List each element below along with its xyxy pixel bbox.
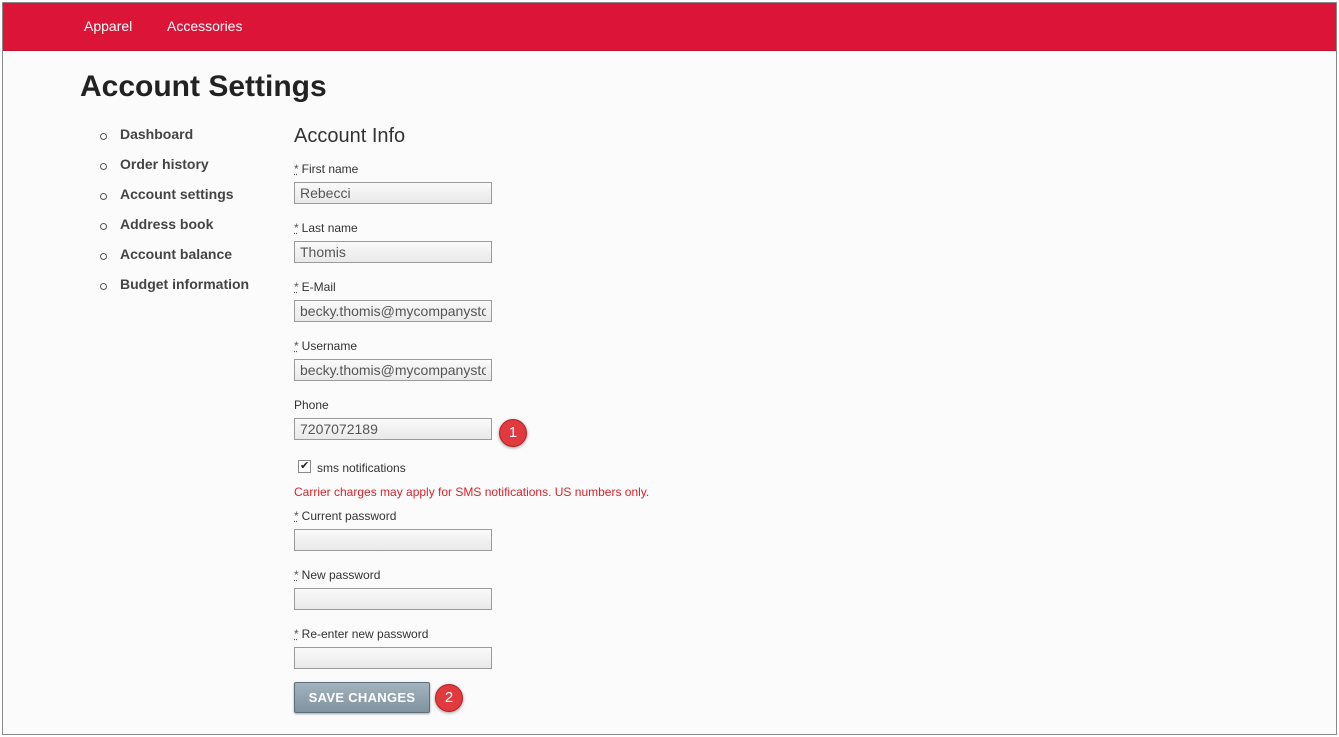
required-marker: * — [294, 339, 299, 353]
new-password-field[interactable] — [294, 588, 492, 610]
sidebar-link-address-book[interactable]: Address book — [120, 216, 213, 232]
sidebar-link-account-settings[interactable]: Account settings — [120, 186, 234, 202]
section-title-account-info: Account Info — [294, 125, 406, 147]
email-label: * E-Mail — [294, 280, 336, 294]
first-name-label: * First name — [294, 162, 358, 176]
bullet-icon — [100, 223, 107, 230]
reenter-password-field[interactable] — [294, 647, 492, 669]
current-password-label-text: Current password — [301, 509, 397, 523]
last-name-field[interactable] — [294, 241, 492, 263]
phone-label: Phone — [294, 398, 329, 412]
current-password-label: * Current password — [294, 509, 396, 523]
bullet-icon — [100, 253, 107, 260]
sms-notifications-checkbox-wrap: ✔ — [298, 460, 311, 473]
sms-warning-text: Carrier charges may apply for SMS notifi… — [294, 485, 650, 499]
sidebar-link-account-balance[interactable]: Account balance — [120, 246, 232, 262]
callout-badge-2: 2 — [435, 684, 463, 712]
last-name-label: * Last name — [294, 221, 358, 235]
phone-label-text: Phone — [294, 398, 329, 412]
reenter-password-label-text: Re-enter new password — [301, 627, 429, 641]
first-name-field[interactable] — [294, 182, 492, 204]
sidebar-link-dashboard[interactable]: Dashboard — [120, 126, 193, 142]
top-nav-bar: Apparel Accessories — [3, 3, 1336, 51]
nav-link-apparel[interactable]: Apparel — [84, 18, 132, 34]
email-field[interactable] — [294, 300, 492, 322]
checkmark-icon: ✔ — [300, 460, 310, 472]
sms-notifications-label[interactable]: sms notifications — [317, 461, 406, 475]
required-marker: * — [294, 280, 299, 294]
sidebar-link-budget-information[interactable]: Budget information — [120, 276, 249, 292]
username-label-text: Username — [301, 339, 358, 353]
callout-badge-1: 1 — [499, 419, 527, 447]
bullet-icon — [100, 283, 107, 290]
email-label-text: E-Mail — [301, 280, 336, 294]
page-title: Account Settings — [80, 70, 327, 103]
required-marker: * — [294, 221, 299, 235]
required-marker: * — [294, 627, 299, 641]
current-password-field[interactable] — [294, 529, 492, 551]
first-name-label-text: First name — [301, 162, 359, 176]
required-marker: * — [294, 509, 299, 523]
username-field[interactable] — [294, 359, 492, 381]
username-label: * Username — [294, 339, 357, 353]
bullet-icon — [100, 193, 107, 200]
bullet-icon — [100, 133, 107, 140]
sidebar-link-order-history[interactable]: Order history — [120, 156, 209, 172]
last-name-label-text: Last name — [301, 221, 358, 235]
bullet-icon — [100, 163, 107, 170]
nav-link-accessories[interactable]: Accessories — [167, 18, 242, 34]
required-marker: * — [294, 162, 299, 176]
new-password-label-text: New password — [301, 568, 381, 582]
required-marker: * — [294, 568, 299, 582]
new-password-label: * New password — [294, 568, 380, 582]
sms-notifications-checkbox[interactable]: ✔ — [298, 460, 311, 473]
phone-field[interactable] — [294, 418, 492, 440]
reenter-password-label: * Re-enter new password — [294, 627, 428, 641]
save-changes-button[interactable]: SAVE CHANGES — [294, 682, 430, 713]
browser-frame: Apparel Accessories Account Settings Das… — [2, 2, 1337, 735]
